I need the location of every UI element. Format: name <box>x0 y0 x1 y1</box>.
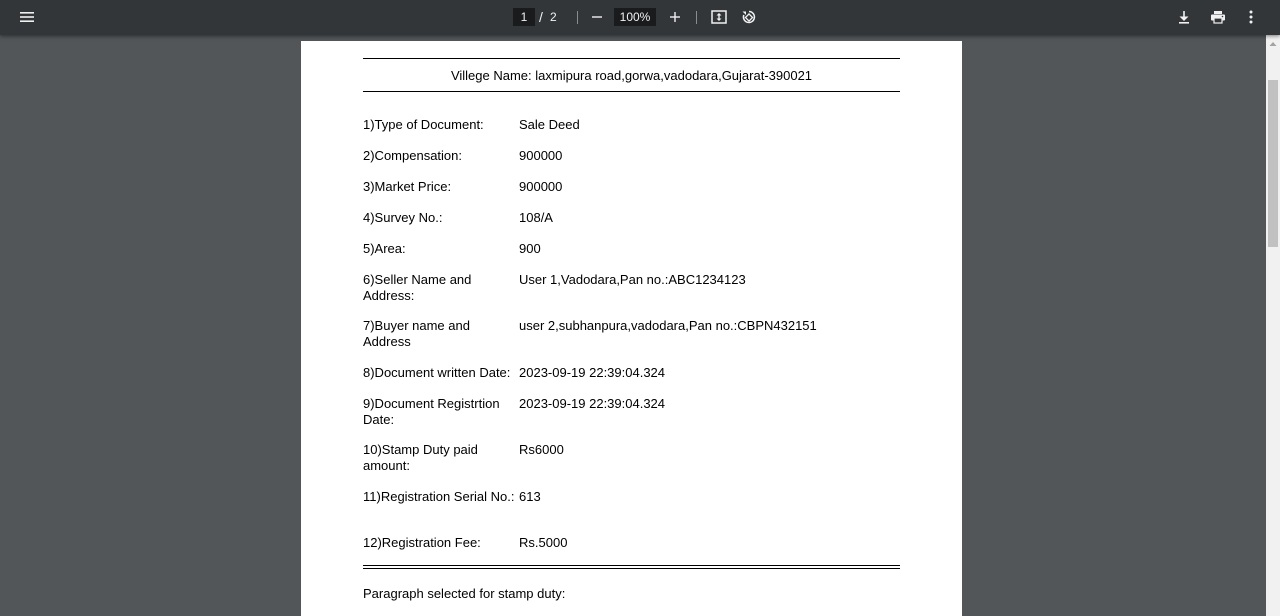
field-label-seller: 6)Seller Name and Address: <box>363 272 472 303</box>
paragraph-label: Paragraph selected for stamp duty: <box>363 586 566 601</box>
field-label-registration-date: 9)Document Registrtion Date: <box>363 396 500 427</box>
field-value-buyer: user 2,subhanpura,vadodara,Pan no.:CBPN4… <box>519 318 817 333</box>
field-value-registration-date: 2023-09-19 22:39:04.324 <box>519 396 666 411</box>
section-double-rule <box>363 565 900 569</box>
total-pages: 2 <box>550 10 557 24</box>
pdf-viewer[interactable]: Villege Name: laxmipura road,gorwa,vadod… <box>0 35 1266 616</box>
field-value-serial-no: 613 <box>519 489 541 504</box>
more-vertical-icon[interactable] <box>1238 4 1264 30</box>
field-value-written-date: 2023-09-19 22:39:04.324 <box>519 365 666 380</box>
scroll-up-icon[interactable] <box>1266 37 1280 51</box>
field-label-buyer: 7)Buyer name and Address <box>363 318 470 349</box>
plus-icon[interactable] <box>662 4 688 30</box>
download-icon[interactable] <box>1171 4 1197 30</box>
fit-to-page-icon[interactable] <box>706 4 732 30</box>
rotate-icon[interactable] <box>736 4 762 30</box>
field-value-survey-no: 108/A <box>519 210 553 225</box>
field-label-registration-fee: 12)Registration Fee: <box>363 535 481 550</box>
field-label-stamp-duty: 10)Stamp Duty paid amount: <box>363 442 478 473</box>
scrollbar-thumb[interactable] <box>1268 80 1278 247</box>
toolbar-divider <box>696 11 697 24</box>
field-value-area: 900 <box>519 241 541 256</box>
field-label-area: 5)Area: <box>363 241 406 256</box>
field-label-market-price: 3)Market Price: <box>363 179 452 194</box>
page-number-input[interactable] <box>513 8 535 26</box>
village-name: Villege Name: laxmipura road,gorwa,vadod… <box>450 68 813 83</box>
zoom-level-input[interactable] <box>614 8 656 26</box>
field-label-serial-no: 11)Registration Serial No.: <box>363 489 515 504</box>
print-icon[interactable] <box>1205 4 1231 30</box>
field-value-seller: User 1,Vadodara,Pan no.:ABC1234123 <box>519 272 746 287</box>
toolbar-divider <box>577 11 578 24</box>
field-label-written-date: 8)Document written Date: <box>363 365 511 380</box>
header-rule <box>363 91 900 92</box>
minus-icon[interactable] <box>584 4 610 30</box>
field-label-survey-no: 4)Survey No.: <box>363 210 443 225</box>
field-value-type: Sale Deed <box>519 117 580 132</box>
field-value-stamp-duty: Rs6000 <box>519 442 564 457</box>
vertical-scrollbar[interactable] <box>1266 35 1280 616</box>
field-value-registration-fee: Rs.5000 <box>519 535 568 550</box>
hamburger-menu-icon[interactable] <box>14 4 40 30</box>
top-rule <box>363 58 900 59</box>
field-label-type: 1)Type of Document: <box>363 117 484 132</box>
pdf-page: Villege Name: laxmipura road,gorwa,vadod… <box>301 41 962 616</box>
page-separator: / <box>539 9 543 25</box>
field-value-market-price: 900000 <box>519 179 563 194</box>
field-label-compensation: 2)Compensation: <box>363 148 462 163</box>
field-value-compensation: 900000 <box>519 148 563 163</box>
pdf-toolbar: / 2 <box>0 0 1280 35</box>
